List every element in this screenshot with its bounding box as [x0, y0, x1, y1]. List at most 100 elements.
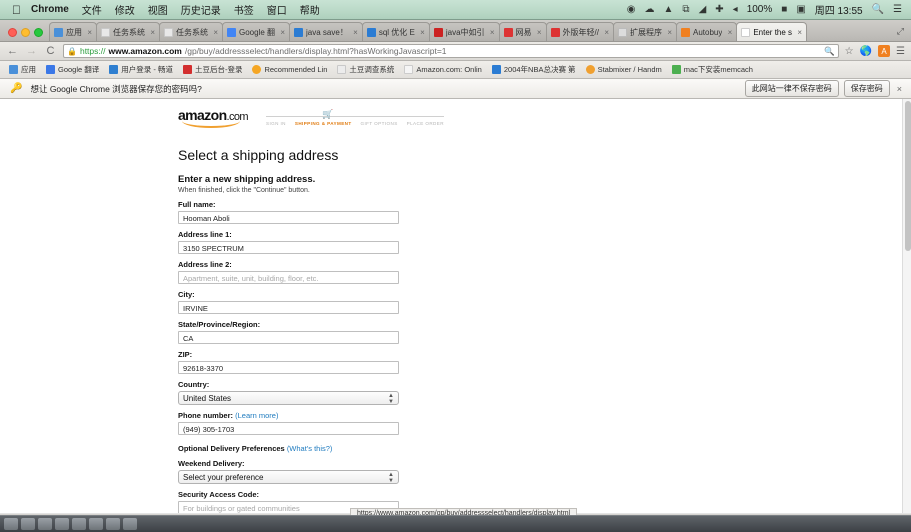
tab-close-icon[interactable]: × [795, 28, 802, 37]
bluetooth-icon[interactable]: ✚ [715, 4, 723, 15]
checkout-step-gift-options[interactable]: GIFT OPTIONS [361, 121, 398, 126]
tab-9[interactable]: 扩展程序 × [612, 22, 677, 41]
zip-field[interactable]: 92618-3370 [178, 361, 399, 374]
forward-arrow-icon[interactable]: → [25, 45, 38, 57]
menu-item-file[interactable]: 文件 [82, 2, 102, 17]
tab-close-icon[interactable]: × [85, 28, 92, 37]
menu-item-view[interactable]: 视图 [148, 2, 168, 17]
tab-0[interactable]: 应用 × [49, 22, 97, 41]
autobuy-extension-icon[interactable]: A [878, 45, 891, 57]
tab-4[interactable]: java save！ × [289, 22, 363, 41]
safari-icon[interactable] [38, 518, 52, 530]
scrollbar-thumb[interactable] [904, 101, 911, 251]
whats-this-link[interactable]: (What's this?) [287, 444, 333, 453]
tab-11-active[interactable]: Enter the s × [736, 22, 808, 41]
trash-icon[interactable] [123, 518, 137, 530]
tab-close-icon[interactable]: × [351, 28, 358, 37]
address-line-2-field[interactable]: Apartment, suite, unit, building, floor,… [178, 271, 399, 284]
chrome-icon[interactable] [72, 518, 86, 530]
chrome-menu-icon[interactable]: ☰ [896, 46, 905, 57]
bookmark-tudou-admin[interactable]: 土豆后台-登录 [178, 64, 248, 75]
tab-close-icon[interactable]: × [148, 28, 155, 37]
bookmark-recommended[interactable]: Recommended Lin [247, 65, 332, 74]
phone-learn-more-link[interactable]: (Learn more) [235, 411, 278, 420]
tab-close-icon[interactable]: × [211, 28, 218, 37]
tab-5[interactable]: sql 优化 E × [361, 22, 430, 41]
battery-icon[interactable]: ■ [781, 4, 787, 15]
city-field[interactable]: IRVINE [178, 301, 399, 314]
input-source-icon[interactable]: ▣ [796, 4, 805, 15]
back-arrow-icon[interactable]: ← [6, 45, 19, 57]
volume-icon[interactable]: ◂ [733, 4, 738, 15]
save-password-button[interactable]: 保存密码 [843, 80, 890, 97]
country-select[interactable]: United States ▲ ▼ [178, 391, 399, 405]
finder-icon[interactable] [4, 518, 18, 530]
tab-close-icon[interactable]: × [725, 28, 733, 37]
close-icon[interactable]: × [897, 84, 902, 94]
checkout-step-sign-in[interactable]: SIGN IN [266, 121, 286, 126]
mail-icon[interactable] [55, 518, 69, 530]
menu-item-help[interactable]: 帮助 [300, 2, 320, 17]
bookmark-apps[interactable]: 应用 [4, 64, 41, 75]
notification-center-icon[interactable]: ☰ [893, 4, 902, 15]
copy-icon[interactable]: ⧉ [682, 4, 689, 15]
globe-extension-icon[interactable]: 🌎 [860, 46, 872, 57]
bookmark-amazon[interactable]: Amazon.com: Onlin [399, 65, 486, 74]
never-save-password-button[interactable]: 此网站一律不保存密码 [744, 80, 839, 97]
bookmark-nba-2004[interactable]: 2004年NBA总决赛 第 [487, 64, 581, 75]
address-line-1-field[interactable]: 3150 SPECTRUM [178, 241, 399, 254]
bookmark-stabmixer[interactable]: Stabmixer / Handm [581, 65, 667, 74]
launchpad-icon[interactable] [21, 518, 35, 530]
magnifier-icon[interactable]: 🔍 [824, 46, 835, 57]
apple-menu-icon[interactable]:  [12, 4, 21, 16]
tab-8[interactable]: 外版年轻// × [545, 22, 614, 41]
bookmark-survey-system[interactable]: 土豆调查系统 [332, 64, 399, 75]
tab-10[interactable]: Autobuy × [675, 22, 738, 41]
zip-label: ZIP: [178, 350, 193, 359]
dropbox-icon[interactable]: ▲ [664, 4, 674, 15]
menu-item-edit[interactable]: 修改 [115, 2, 135, 17]
address-bar[interactable]: 🔒 https://www.amazon.com/gp/buy/addresss… [63, 44, 839, 58]
fullscreen-icon[interactable]: ⤢ [897, 26, 911, 41]
cloud-icon[interactable]: ☁ [645, 4, 655, 15]
close-window-button[interactable] [8, 28, 17, 37]
checkout-step-place-order[interactable]: PLACE ORDER [407, 121, 444, 126]
tab-close-icon[interactable]: × [488, 28, 495, 37]
state-field[interactable]: CA [178, 331, 399, 344]
tab-close-icon[interactable]: × [278, 28, 285, 37]
zoom-window-button[interactable] [34, 28, 43, 37]
google-translate-icon [46, 65, 55, 74]
tab-close-icon[interactable]: × [418, 28, 425, 37]
wifi-icon[interactable]: ◢ [699, 4, 707, 15]
phone-field[interactable]: (949) 305-1703 [178, 422, 399, 435]
star-icon[interactable]: ☆ [845, 46, 854, 57]
amazon-logo[interactable]: amazon.com [178, 107, 252, 128]
tab-close-icon[interactable]: × [665, 28, 672, 37]
tab-1[interactable]: 任务系统 × [96, 22, 160, 41]
menu-item-window[interactable]: 窗口 [267, 2, 287, 17]
checkout-step-shipping-payment[interactable]: SHIPPING & PAYMENT [295, 121, 352, 126]
tab-2[interactable]: 任务系统 × [159, 22, 223, 41]
reload-icon[interactable]: C [44, 45, 57, 57]
tab-3[interactable]: Google 翻 × [222, 22, 291, 41]
record-icon[interactable]: ◉ [627, 4, 636, 15]
tab-close-icon[interactable]: × [602, 28, 609, 37]
bookmark-memcached[interactable]: mac下安装memcach [667, 64, 758, 75]
tab-6[interactable]: java中如引 × [428, 22, 500, 41]
tab-7[interactable]: 网易 × [498, 22, 547, 41]
minimize-window-button[interactable] [21, 28, 30, 37]
weekend-delivery-select[interactable]: Select your preference ▲ ▼ [178, 470, 399, 484]
terminal-icon[interactable] [89, 518, 103, 530]
spotlight-search-icon[interactable]: 🔍 [872, 4, 884, 15]
tab-close-icon[interactable]: × [535, 28, 542, 37]
clock-label[interactable]: 周四 13:55 [815, 2, 863, 17]
settings-icon[interactable] [106, 518, 120, 530]
full-name-field[interactable]: Hooman Aboli [178, 211, 399, 224]
menu-item-history[interactable]: 历史记录 [181, 2, 221, 17]
page-vertical-scrollbar[interactable] [902, 99, 911, 514]
bookmark-google-translate[interactable]: Google 翻译 [41, 64, 104, 75]
country-label: Country: [178, 380, 210, 389]
bookmark-user-login[interactable]: 用户登录 - 畅道 [104, 64, 178, 75]
menu-item-bookmarks[interactable]: 书签 [234, 2, 254, 17]
menu-item-chrome[interactable]: Chrome [31, 4, 69, 15]
